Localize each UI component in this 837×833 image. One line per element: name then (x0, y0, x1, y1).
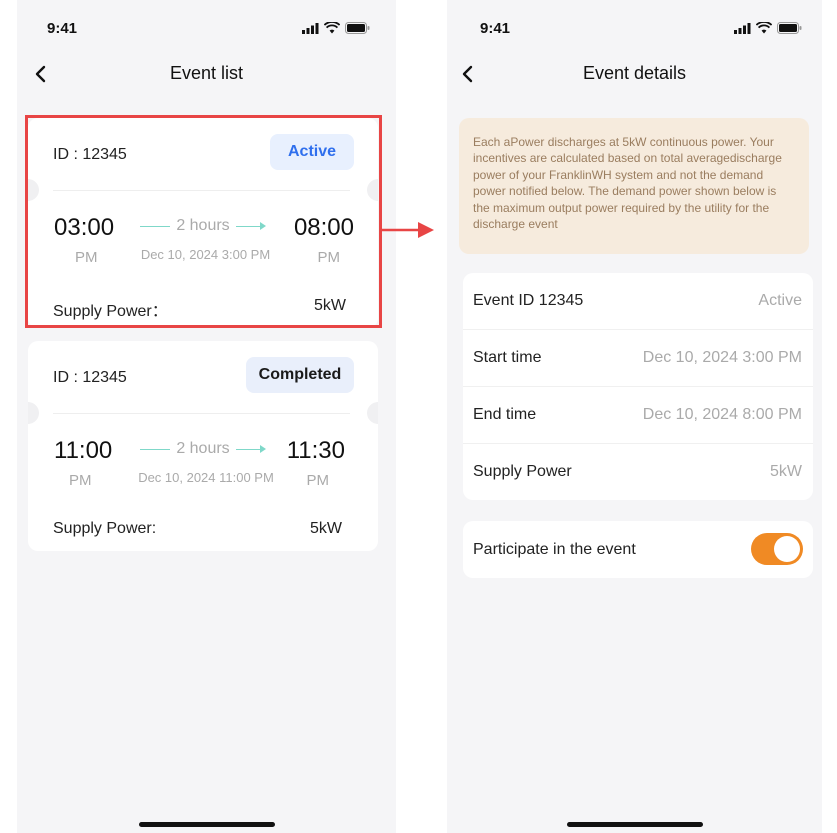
signal-icon (302, 22, 319, 34)
participate-row: Participate in the event (463, 521, 813, 578)
home-indicator (138, 822, 275, 827)
detail-value: Dec 10, 2024 3:00 PM (642, 349, 802, 366)
battery-icon (777, 22, 802, 34)
detail-label: Event ID 12345 (473, 292, 584, 309)
participate-label: Participate in the event (473, 541, 636, 558)
battery-icon (345, 22, 370, 34)
end-ampm: PM (306, 472, 330, 489)
divider (53, 413, 350, 414)
detail-row-end-time: End time Dec 10, 2024 8:00 PM (463, 387, 813, 444)
status-time: 9:41 (480, 20, 511, 37)
detail-value: Dec 10, 2024 8:00 PM (642, 406, 802, 423)
supply-power-value: 5kW (310, 520, 342, 537)
highlight-box (25, 115, 382, 328)
status-bar: 9:41 (447, 0, 822, 52)
timeline-line (140, 448, 171, 450)
home-indicator (566, 822, 703, 827)
status-badge: Completed (246, 357, 354, 393)
detail-row-event-id: Event ID 12345 Active (463, 273, 813, 330)
arrow-right-icon (235, 445, 266, 453)
nav-bar: Event details (447, 52, 822, 96)
info-notice: Each aPower discharges at 5kW continuous… (459, 118, 809, 254)
detail-label: Supply Power (473, 463, 572, 480)
card-notch (28, 402, 39, 424)
duration: 2 hours (176, 440, 230, 457)
detail-row-supply-power: Supply Power 5kW (463, 444, 813, 500)
supply-power-label: Supply Power: (53, 520, 157, 537)
status-icons (734, 22, 802, 34)
event-details-screen: 9:41 Event details Each aPower discharge… (447, 0, 822, 833)
card-notch (367, 402, 378, 424)
event-id: ID : 12345 (53, 369, 127, 386)
detail-value: Active (758, 292, 802, 309)
connector-arrow-icon (380, 222, 434, 238)
status-time: 9:41 (47, 20, 78, 37)
detail-label: End time (473, 406, 537, 423)
event-card-completed[interactable]: ID : 12345 Completed 11:00 11:30 2 hours… (28, 341, 378, 551)
duration-row: 2 hours (132, 439, 274, 459)
event-date: Dec 10, 2024 11:00 PM (138, 470, 274, 485)
toggle-knob (774, 536, 800, 562)
wifi-icon (324, 22, 340, 34)
nav-bar: Event list (17, 52, 396, 96)
status-bar: 9:41 (17, 0, 396, 52)
end-time: 11:30 (286, 437, 345, 464)
start-ampm: PM (69, 472, 92, 489)
detail-value: 5kW (770, 463, 802, 480)
participate-toggle[interactable] (751, 533, 803, 565)
detail-label: Start time (473, 349, 542, 366)
wifi-icon (756, 22, 772, 34)
signal-icon (734, 22, 751, 34)
detail-row-start-time: Start time Dec 10, 2024 3:00 PM (463, 330, 813, 387)
page-title: Event details (582, 63, 687, 83)
page-title: Event list (169, 63, 244, 83)
details-card: Event ID 12345 Active Start time Dec 10,… (463, 273, 813, 500)
status-icons (302, 22, 370, 34)
start-time: 11:00 (54, 437, 113, 464)
